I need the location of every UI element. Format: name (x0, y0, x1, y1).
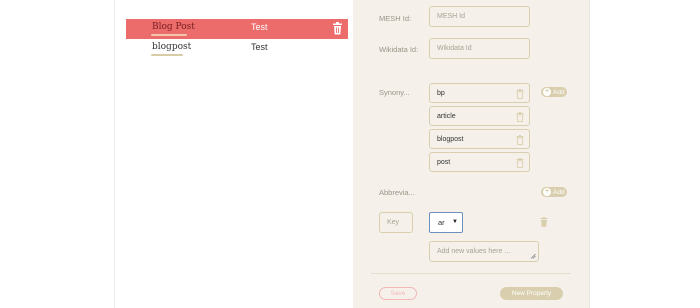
property-key-input[interactable]: Key (379, 212, 413, 233)
save-label: Save (390, 290, 406, 297)
term-label: Blog Post (152, 22, 195, 32)
new-property-button[interactable]: New Property (500, 287, 563, 300)
trash-icon[interactable] (516, 135, 524, 145)
form-divider (371, 273, 571, 274)
property-values-textarea[interactable]: Add new values here ... (429, 241, 539, 262)
trash-icon[interactable] (516, 89, 524, 99)
trash-icon[interactable] (332, 22, 343, 35)
add-label: Add (553, 88, 565, 96)
term-underline (151, 34, 187, 36)
save-button[interactable]: Save (379, 287, 417, 300)
mesh-id-placeholder: MESH Id (437, 13, 466, 20)
synonym-input[interactable]: article (429, 106, 530, 126)
term-label: blogpost (152, 42, 192, 52)
resize-handle-icon[interactable] (530, 253, 536, 259)
language-select[interactable]: ar ▼ (429, 212, 463, 233)
trash-icon[interactable] (516, 112, 524, 122)
plus-circle-icon: + (543, 188, 551, 196)
term-underline (151, 54, 183, 56)
list-item-selected[interactable]: Blog Post Test (126, 19, 348, 39)
language-selected-value: ar (438, 218, 445, 227)
synonym-value: bp (437, 89, 445, 97)
add-label: Add (553, 188, 565, 196)
synonym-value: blogpost (437, 135, 464, 143)
key-placeholder: Key (387, 219, 400, 226)
synonym-input[interactable]: post (429, 152, 530, 172)
plus-circle-icon: + (543, 88, 551, 96)
term-value: Test (251, 22, 268, 32)
wikidata-id-placeholder: Wikidata Id (437, 45, 472, 52)
term-value: Test (251, 42, 268, 52)
list-item[interactable]: blogpost Test (126, 39, 348, 59)
trash-icon[interactable] (516, 158, 524, 168)
synonym-input[interactable]: blogpost (429, 129, 530, 149)
add-abbreviation-button[interactable]: + Add (541, 187, 567, 197)
abbreviations-label: Abbrevia... (379, 188, 415, 197)
add-synonym-button[interactable]: + Add (541, 87, 567, 97)
mesh-id-label: MESH Id: (379, 14, 412, 23)
synonym-value: article (437, 112, 456, 120)
values-placeholder: Add new values here ... (437, 248, 511, 255)
mesh-id-input[interactable]: MESH Id (429, 6, 530, 27)
synonym-input[interactable]: bp (429, 83, 530, 103)
wikidata-id-label: Wikidata Id: (379, 45, 419, 54)
trash-icon[interactable] (540, 217, 548, 227)
new-property-label: New Property (511, 290, 552, 297)
synonyms-label: Synony... (379, 88, 410, 97)
term-list-panel: Blog Post Test blogpost Test (114, 0, 456, 308)
caret-down-icon: ▼ (452, 219, 458, 225)
term-detail-panel: MESH Id: MESH Id Wikidata Id: Wikidata I… (353, 0, 590, 308)
synonym-value: post (437, 158, 451, 166)
wikidata-id-input[interactable]: Wikidata Id (429, 38, 530, 59)
